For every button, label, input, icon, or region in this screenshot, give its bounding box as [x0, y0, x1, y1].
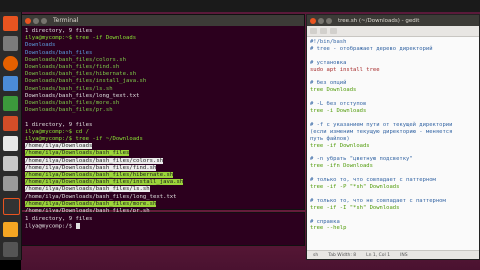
code-line: # -L без отступов — [310, 101, 367, 108]
terminal-line: Downloads/bash_files/ls.sh — [25, 85, 113, 92]
terminal-title: Terminal — [53, 17, 79, 24]
code-line: tree -ifn Downloads — [310, 163, 373, 170]
gedit-titlebar[interactable]: tree.sh (~/Downloads) - gedit — [307, 15, 479, 26]
terminal-line: Downloads/bash_files/install_java.sh — [25, 78, 147, 85]
terminal-line: /home/ilya/Downloads/bash_files — [25, 150, 130, 157]
terminal-line: Downloads/bash_files/hibernate.sh — [25, 71, 137, 78]
gedit-minimize-icon[interactable] — [318, 17, 324, 24]
gedit-statusbar: sh Tab Width: 8 Ln 1, Col 1 INS — [307, 250, 479, 259]
code-line: путь файлов) — [310, 135, 350, 142]
code-line: sudo apt install tree — [310, 66, 380, 73]
code-line: # без опций — [310, 80, 347, 87]
code-line: #!/bin/bash — [310, 39, 347, 45]
gedit-title: tree.sh (~/Downloads) - gedit — [338, 17, 420, 24]
new-document-button[interactable] — [320, 28, 327, 34]
terminal-line: /home/ilya/Downloads/bash_files/hibernat… — [25, 172, 174, 179]
code-line: (если изменим текущую директорию - меняе… — [310, 128, 453, 135]
settings-icon[interactable] — [3, 176, 18, 191]
gedit-close-icon[interactable] — [310, 17, 316, 24]
terminal-bottom-output[interactable]: 1 directory, 9 files ilya@mycomp:/$ — [21, 212, 305, 246]
code-line: # только то, что совпадает с паттерном — [310, 177, 436, 184]
code-line: tree -if Downloads — [310, 142, 370, 149]
terminal-line: Downloads/bash_files/find.sh — [25, 64, 120, 71]
terminal-line: /home/ilya/Downloads — [25, 143, 93, 150]
code-line: tree Downloads — [310, 87, 357, 94]
gedit-editor[interactable]: #!/bin/bash # tree - отображает дерево ди… — [307, 37, 479, 234]
gedit-toolbar — [307, 26, 479, 37]
terminal-summary-line: 1 directory, 9 files — [25, 216, 93, 222]
terminal-line: ilya@mycomp:~$ tree -if Downloads — [25, 35, 137, 42]
impress-icon[interactable] — [3, 116, 18, 131]
code-line: tree -if -P "*sh" Downloads — [310, 184, 400, 191]
status-item[interactable]: Ln 1, Col 1 — [366, 253, 390, 258]
terminal-line: /home/ilya/Downloads/bash_files/find.sh — [25, 164, 157, 171]
gedit-maximize-icon[interactable] — [326, 17, 332, 24]
terminal-window[interactable]: Terminal 1 directory, 9 files ilya@mycomp… — [21, 14, 305, 214]
terminal-line: Downloads/bash_files/more.sh — [25, 100, 120, 107]
terminal-line: /home/ilya/Downloads/bash_files/more.sh — [25, 200, 157, 207]
code-line: # tree - отображает дерево директорий — [310, 45, 433, 52]
terminal-line: /home/ilya/Downloads/bash_files/install_… — [25, 179, 184, 186]
code-line: # справка — [310, 218, 340, 225]
terminal-cursor — [75, 223, 80, 230]
save-button[interactable] — [330, 28, 337, 34]
code-line: # -f с указанием пути от текущей директо… — [310, 121, 453, 128]
terminal-output[interactable]: 1 directory, 9 files ilya@mycomp:~$ tree … — [22, 26, 304, 217]
close-icon[interactable] — [25, 17, 31, 24]
terminal-line: /home/ilya/Downloads/bash_files/ls.sh — [25, 186, 150, 193]
minimize-icon[interactable] — [33, 17, 39, 24]
status-item[interactable]: sh — [313, 253, 318, 258]
code-line: # установка — [310, 59, 347, 66]
open-button[interactable] — [310, 28, 317, 34]
terminal-line: Downloads — [25, 42, 56, 49]
terminal-titlebar[interactable]: Terminal — [22, 15, 304, 26]
files-icon[interactable] — [3, 36, 18, 51]
terminal-prompt: ilya@mycomp:/$ — [25, 223, 76, 230]
terminal-icon[interactable] — [3, 198, 20, 215]
writer-icon[interactable] — [3, 76, 18, 91]
code-line: tree -i Downloads — [310, 108, 367, 115]
launcher — [0, 12, 22, 260]
code-line: tree -if -I "*sh" Downloads — [310, 204, 400, 211]
calc-icon[interactable] — [3, 96, 18, 111]
terminal-line: ilya@mycomp:/$ tree -if ~/Downloads — [25, 136, 143, 143]
terminal-line: Downloads/bash_files/colors.sh — [25, 56, 127, 63]
firefox-icon[interactable] — [3, 56, 18, 71]
status-item[interactable]: INS — [400, 253, 408, 258]
terminal-line: ilya@mycomp:~$ cd / — [25, 128, 89, 135]
top-panel — [0, 0, 480, 12]
status-item[interactable]: Tab Width: 8 — [328, 253, 356, 258]
terminal-line: /home/ilya/Downloads/bash_files/colors.s… — [25, 157, 164, 164]
terminal-line: Downloads/bash_files/long_text.txt — [25, 92, 140, 99]
terminal-line: Downloads/bash_files — [25, 49, 93, 56]
code-line: # -n убрать "цветную подсветку" — [310, 156, 413, 163]
code-line: tree --help — [310, 225, 347, 232]
terminal-line: 1 directory, 9 files — [25, 28, 93, 34]
maximize-icon[interactable] — [41, 17, 47, 24]
text-editor-icon[interactable] — [3, 156, 18, 171]
ubuntu-logo-icon[interactable] — [3, 16, 18, 31]
trash-icon[interactable] — [3, 242, 18, 257]
terminal-line: /home/ilya/Downloads/bash_files/long_tex… — [25, 193, 177, 200]
software-center-icon[interactable] — [3, 136, 18, 151]
terminal-line: 1 directory, 9 files — [25, 121, 93, 128]
amazon-icon[interactable] — [3, 222, 18, 237]
code-line: # только то, что не совпадает с паттерно… — [310, 197, 446, 204]
gedit-window[interactable]: tree.sh (~/Downloads) - gedit #!/bin/bas… — [306, 14, 480, 260]
terminal-line: Downloads/bash_files/pr.sh — [25, 107, 113, 114]
